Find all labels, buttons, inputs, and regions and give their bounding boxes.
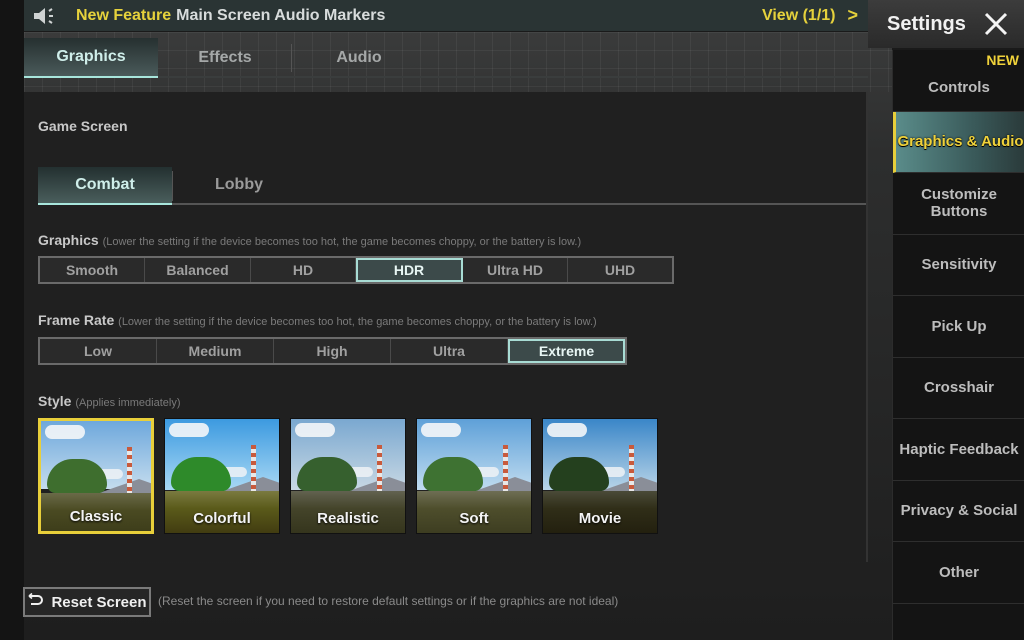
style-option-colorful[interactable]: Colorful [164, 418, 280, 534]
frame-rate-label: Frame Rate [38, 312, 115, 328]
preview-cloud [547, 423, 587, 437]
sidebar-item-other[interactable]: Other [893, 542, 1024, 604]
preview-tree [549, 457, 609, 491]
subtab-lobby[interactable]: Lobby [172, 167, 306, 203]
frame-rate-selector: Low Medium High Ultra Extreme [38, 337, 627, 365]
sidebar-item-label: Pick Up [931, 317, 987, 335]
notice-message: Main Screen Audio Markers [176, 6, 386, 24]
sidebar-item-label: Crosshair [923, 379, 995, 397]
style-label-classic: Classic [69, 508, 123, 525]
style-label-realistic: Realistic [317, 510, 379, 527]
tab-label: Effects [198, 49, 252, 66]
sidebar-item-label: Controls [928, 78, 990, 96]
close-icon[interactable] [982, 10, 1010, 38]
style-label-colorful: Colorful [193, 510, 251, 527]
settings-sidebar: NEW Controls Graphics & Audio Customize … [892, 50, 1024, 640]
reset-label: Reset Screen [51, 593, 147, 611]
frame-rate-option-extreme[interactable]: Extreme [508, 339, 625, 363]
sidebar-item-graphics-audio[interactable]: Graphics & Audio [893, 111, 1024, 173]
sidebar-item-crosshair[interactable]: Crosshair [893, 358, 1024, 419]
tab-audio[interactable]: Audio [292, 38, 426, 78]
sidebar-item-label: Customize Buttons [921, 186, 997, 221]
graphics-option-ultra-hd[interactable]: Ultra HD [463, 258, 568, 282]
new-feature-label: New Feature [76, 6, 172, 24]
tab-label: Audio [336, 49, 382, 66]
tab-label: Graphics [56, 48, 126, 65]
preview-tower [377, 445, 382, 491]
preview-tree [171, 457, 231, 491]
style-option-classic[interactable]: Classic [38, 418, 154, 534]
graphics-setting-label: Graphics (Lower the setting if the devic… [38, 232, 581, 248]
view-notice-link[interactable]: View (1/1) > [762, 0, 858, 31]
top-tabs: Graphics Effects Audio [24, 38, 868, 78]
tab-effects[interactable]: Effects [158, 38, 292, 78]
style-option-realistic[interactable]: Realistic [290, 418, 406, 534]
game-screen-tabs: Combat Lobby [38, 167, 866, 205]
frame-rate-setting-label: Frame Rate (Lower the setting if the dev… [38, 312, 597, 328]
sidebar-item-customize-buttons[interactable]: Customize Buttons [893, 173, 1024, 235]
graphics-hint: (Lower the setting if the device becomes… [102, 236, 582, 248]
preview-tower [629, 445, 634, 491]
preview-tree [47, 459, 107, 493]
sidebar-item-label: Haptic Feedback [899, 440, 1019, 458]
sidebar-item-label: Privacy & Social [900, 502, 1018, 520]
sidebar-item-sensitivity[interactable]: Sensitivity [893, 235, 1024, 296]
style-hint: (Applies immediately) [75, 397, 181, 409]
preview-cloud [169, 423, 209, 437]
reset-screen-button[interactable]: Reset Screen [23, 587, 151, 617]
page-title: Settings [887, 12, 966, 35]
subtab-combat[interactable]: Combat [38, 167, 173, 205]
speaker-icon [32, 6, 66, 26]
graphics-option-uhd[interactable]: UHD [568, 258, 672, 282]
graphics-panel: Game Screen Combat Lobby Graphics (Lower… [24, 92, 868, 562]
sidebar-item-pick-up[interactable]: Pick Up [893, 296, 1024, 358]
frame-rate-option-ultra[interactable]: Ultra [391, 339, 508, 363]
sidebar-item-label: Graphics & Audio [897, 133, 1024, 151]
preview-cloud [421, 423, 461, 437]
preview-tree [297, 457, 357, 491]
style-option-soft[interactable]: Soft [416, 418, 532, 534]
style-setting-label: Style (Applies immediately) [38, 393, 181, 409]
subtab-label: Combat [75, 176, 135, 193]
graphics-option-balanced[interactable]: Balanced [145, 258, 251, 282]
preview-tower [251, 445, 256, 491]
frame-rate-option-high[interactable]: High [274, 339, 391, 363]
preview-tree [423, 457, 483, 491]
graphics-option-hd[interactable]: HD [251, 258, 356, 282]
reset-hint: (Reset the screen if you need to restore… [158, 594, 619, 608]
frame-rate-option-low[interactable]: Low [40, 339, 157, 363]
style-label-movie: Movie [578, 510, 622, 527]
view-label: View (1/1) [761, 6, 836, 24]
preview-cloud [45, 425, 85, 439]
preview-cloud [295, 423, 335, 437]
style-label-soft: Soft [459, 510, 489, 527]
style-label: Style [38, 393, 72, 409]
sidebar-item-label: Other [938, 563, 979, 581]
settings-header: Settings [868, 0, 1024, 48]
graphics-option-hdr[interactable]: HDR [356, 258, 463, 282]
sidebar-item-label: Sensitivity [921, 256, 997, 274]
left-edge [0, 0, 24, 640]
style-options: Classic Colorful Realistic Soft Movie [38, 418, 658, 534]
sidebar-item-haptic-feedback[interactable]: Haptic Feedback [893, 419, 1024, 481]
sidebar-item-privacy-social[interactable]: Privacy & Social [893, 481, 1024, 542]
graphics-option-smooth[interactable]: Smooth [40, 258, 145, 282]
preview-tower [503, 445, 508, 491]
chevron-right-icon: > [847, 5, 858, 25]
new-badge: NEW [986, 52, 1019, 68]
graphics-quality-selector: Smooth Balanced HD HDR Ultra HD UHD [38, 256, 674, 284]
subtab-label: Lobby [215, 176, 263, 193]
sidebar-item-controls[interactable]: NEW Controls [893, 50, 1024, 112]
graphics-label: Graphics [38, 232, 99, 248]
frame-rate-hint: (Lower the setting if the device becomes… [118, 316, 597, 328]
preview-tower [127, 447, 132, 493]
frame-rate-option-medium[interactable]: Medium [157, 339, 274, 363]
undo-icon [27, 592, 45, 611]
game-screen-label: Game Screen [38, 118, 128, 134]
style-option-movie[interactable]: Movie [542, 418, 658, 534]
tab-graphics[interactable]: Graphics [24, 38, 158, 78]
notification-bar: New Feature Main Screen Audio Markers Vi… [24, 0, 868, 31]
